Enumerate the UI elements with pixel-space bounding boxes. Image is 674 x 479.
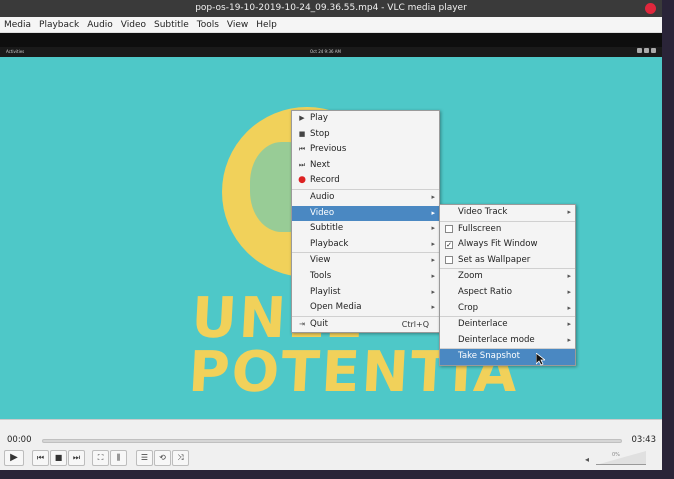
record-icon: ● (298, 175, 306, 186)
checkbox-unchecked[interactable] (445, 256, 453, 265)
menu-item-quit[interactable]: ⇥ Quit Ctrl+Q (292, 317, 439, 333)
menu-item-tools[interactable]: Tools ▸ (292, 269, 439, 285)
submenu-arrow-icon: ▸ (431, 208, 435, 217)
menu-tools[interactable]: Tools (197, 20, 219, 30)
submenu-item-crop[interactable]: Crop ▸ (440, 301, 575, 317)
previous-button[interactable]: ⏮ (32, 450, 49, 466)
stop-button[interactable]: ■ (50, 450, 67, 466)
submenu-item-zoom[interactable]: Zoom ▸ (440, 269, 575, 285)
vlc-window: pop-os-19-10-2019-10-24_09.36.55.mp4 - V… (0, 0, 662, 470)
shuffle-button[interactable]: ⤨ (172, 450, 189, 466)
next-button[interactable]: ⏭ (68, 450, 85, 466)
submenu-item-deinterlace[interactable]: Deinterlace ▸ (440, 317, 575, 333)
submenu-item-video-track[interactable]: Video Track ▸ (440, 205, 575, 221)
menu-item-record[interactable]: ● Record (292, 173, 439, 189)
activities-label: Activities (6, 49, 25, 54)
checkbox-checked[interactable]: ✓ (445, 240, 453, 249)
volume-slider[interactable]: 0% (596, 451, 646, 465)
previous-icon: ⏮ (298, 145, 306, 154)
menu-media[interactable]: Media (4, 20, 31, 30)
tray-icons (637, 48, 656, 53)
submenu-arrow-icon: ▸ (431, 224, 435, 233)
submenu-arrow-icon: ▸ (431, 239, 435, 248)
submenu-arrow-icon: ▸ (431, 256, 435, 265)
close-icon[interactable] (645, 3, 656, 14)
seek-slider[interactable] (42, 439, 622, 443)
menu-item-video[interactable]: Video ▸ (292, 205, 439, 222)
next-icon: ⏭ (298, 160, 306, 169)
submenu-arrow-icon: ▸ (431, 303, 435, 312)
extended-settings-button[interactable]: ⫼ (110, 450, 127, 466)
submenu-item-always-fit-window[interactable]: ✓ Always Fit Window (440, 237, 575, 253)
play-icon: ▶ (299, 114, 305, 122)
menu-item-playlist[interactable]: Playlist ▸ (292, 285, 439, 301)
quit-icon: ⇥ (299, 319, 305, 328)
submenu-item-take-snapshot[interactable]: Take Snapshot (440, 349, 575, 365)
menu-video[interactable]: Video (121, 20, 146, 30)
video-letterbox (0, 33, 662, 47)
speaker-icon[interactable]: ◂ (585, 455, 589, 464)
submenu-item-fullscreen[interactable]: Fullscreen (440, 222, 575, 238)
menu-item-play[interactable]: ▶ Play (292, 111, 439, 127)
total-time: 03:43 (631, 435, 657, 445)
quit-shortcut: Ctrl+Q (401, 319, 429, 329)
menu-audio[interactable]: Audio (87, 20, 113, 30)
submenu-arrow-icon: ▸ (567, 208, 571, 216)
submenu-item-aspect-ratio[interactable]: Aspect Ratio ▸ (440, 285, 575, 301)
fullscreen-button[interactable]: ⛶ (92, 450, 109, 466)
submenu-item-set-as-wallpaper[interactable]: Set as Wallpaper (440, 253, 575, 269)
menu-item-open-media[interactable]: Open Media ▸ (292, 300, 439, 316)
submenu-arrow-icon: ▸ (567, 287, 571, 296)
title-bar: pop-os-19-10-2019-10-24_09.36.55.mp4 - V… (0, 0, 662, 17)
window-title: pop-os-19-10-2019-10-24_09.36.55.mp4 - V… (195, 3, 467, 13)
stop-icon: ■ (298, 129, 306, 138)
submenu-arrow-icon: ▸ (567, 335, 571, 344)
checkbox-unchecked[interactable] (445, 225, 453, 234)
submenu-arrow-icon: ▸ (567, 272, 571, 281)
menu-playback[interactable]: Playback (39, 20, 79, 30)
context-menu: ▶ Play ■ Stop ⏮ Previous ⏭ Next ● Record Audi… (291, 110, 440, 334)
submenu-arrow-icon: ▸ (431, 271, 435, 280)
menu-item-audio[interactable]: Audio ▸ (292, 190, 439, 206)
volume-percent: 0% (612, 452, 620, 458)
menu-item-subtitle[interactable]: Subtitle ▸ (292, 221, 439, 237)
menu-item-previous[interactable]: ⏮ Previous (292, 142, 439, 158)
player-controls: 00:00 03:43 ▶ ⏮ ■ ⏭ ⛶ ⫼ ☰ ⟲ ⤨ ◂ 0% (0, 419, 662, 470)
submenu-arrow-icon: ▸ (567, 303, 571, 312)
submenu-arrow-icon: ▸ (431, 287, 435, 296)
menu-item-view[interactable]: View ▸ (292, 253, 439, 269)
video-submenu: Video Track ▸ Fullscreen ✓ Always Fit Wind… (439, 204, 576, 366)
video-desktop-topbar: Activities Oct 24 9:36 AM (0, 47, 662, 57)
clock-label: Oct 24 9:36 AM (310, 49, 341, 54)
menu-item-playback[interactable]: Playback ▸ (292, 237, 439, 253)
playlist-button[interactable]: ☰ (136, 450, 153, 466)
loop-button[interactable]: ⟲ (154, 450, 171, 466)
play-button[interactable]: ▶ (4, 450, 24, 466)
menu-help[interactable]: Help (256, 20, 277, 30)
elapsed-time: 00:00 (7, 435, 32, 445)
submenu-item-deinterlace-mode[interactable]: Deinterlace mode ▸ (440, 333, 575, 349)
menu-item-next[interactable]: ⏭ Next (292, 158, 439, 174)
submenu-arrow-icon: ▸ (567, 320, 571, 329)
submenu-arrow-icon: ▸ (431, 192, 435, 201)
menu-bar: Media Playback Audio Video Subtitle Tool… (0, 17, 662, 33)
menu-view[interactable]: View (227, 20, 248, 30)
menu-subtitle[interactable]: Subtitle (154, 20, 189, 30)
menu-item-stop[interactable]: ■ Stop (292, 127, 439, 143)
